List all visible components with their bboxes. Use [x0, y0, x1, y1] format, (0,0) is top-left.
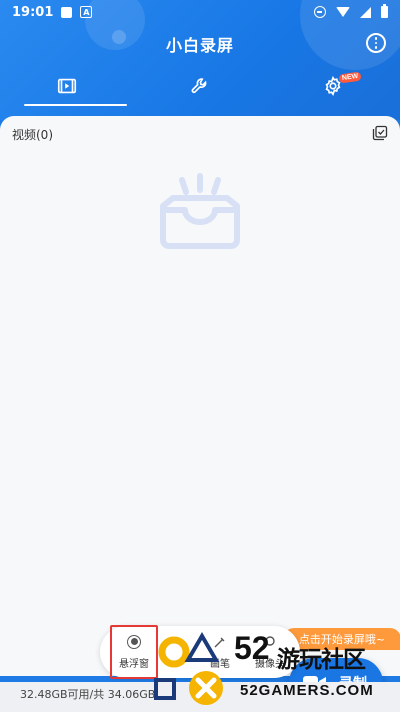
video-count-label: 视频(0)	[12, 128, 53, 142]
camera-label: 摄像头	[255, 658, 285, 670]
tab-settings[interactable]: NEW	[267, 66, 400, 106]
camera-icon	[265, 635, 275, 646]
tab-bar: NEW	[0, 66, 400, 106]
brush-icon	[214, 637, 225, 647]
status-time: 19:01	[12, 4, 54, 20]
do-not-disturb-icon	[314, 6, 326, 18]
signal-icon	[360, 6, 371, 18]
wifi-icon	[336, 7, 350, 17]
float-window-label: 悬浮窗	[119, 658, 149, 670]
video-list-icon	[57, 78, 76, 94]
wrench-icon	[191, 78, 207, 94]
notification-square-icon	[61, 6, 73, 18]
record-dot-icon	[127, 634, 141, 649]
multi-select-icon[interactable]	[372, 125, 388, 141]
page-title: 小白录屏	[165, 36, 234, 55]
storage-info: 32.48GB可用/共 34.06GB	[0, 682, 400, 712]
status-bar: 19:01 A	[0, 0, 400, 24]
record-tip-bubble: 点击开始录屏哦~	[283, 628, 400, 650]
brush-button[interactable]: 画笔	[200, 626, 240, 678]
app-header: 19:01 A 小白录屏 NEW	[0, 0, 400, 120]
float-window-button[interactable]: 悬浮窗	[110, 625, 158, 679]
empty-inbox-icon	[160, 173, 240, 249]
video-content-panel: 视频(0) 点击开始录屏哦~ 录制	[0, 116, 400, 708]
quick-tools-panel: 悬浮窗 画笔 摄像头	[100, 625, 300, 679]
storage-text: 32.48GB可用/共 34.06GB	[20, 688, 156, 701]
brush-label: 画笔	[210, 658, 230, 670]
tab-tools[interactable]	[133, 66, 266, 106]
more-info-icon[interactable]	[366, 33, 386, 53]
camera-button[interactable]: 摄像头	[245, 626, 295, 678]
notification-a-icon: A	[80, 6, 93, 18]
battery-icon	[381, 4, 388, 18]
tab-videos[interactable]	[0, 66, 133, 106]
new-badge: NEW	[338, 71, 362, 84]
